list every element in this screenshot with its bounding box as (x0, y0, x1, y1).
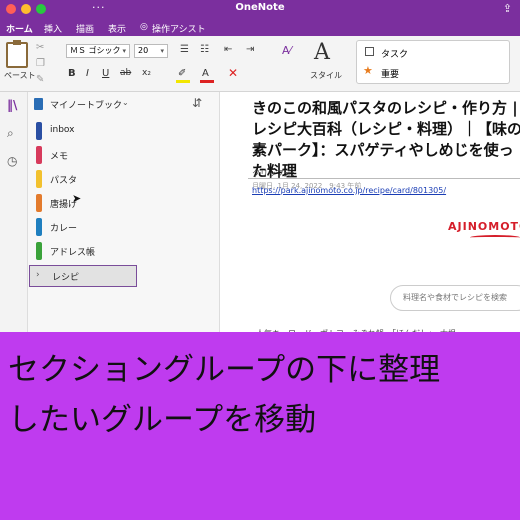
caption-banner: セクショングループの下に整理 したいグループを移動 (0, 332, 520, 520)
tab-draw[interactable]: 描画 (76, 22, 94, 35)
caption-line-1: セクショングループの下に整理 (8, 352, 441, 388)
caption-line-2: したいグループを移動 (8, 402, 317, 438)
font-color-swatch (200, 80, 214, 83)
indent-icon[interactable]: ⇥ (246, 44, 254, 55)
share-icon[interactable]: ⇪ (503, 2, 512, 15)
format-painter-icon[interactable]: ✎ (36, 74, 44, 85)
search-icon[interactable]: ⌕ (7, 126, 14, 141)
styles-label: スタイル (310, 71, 342, 80)
chevron-right-icon[interactable]: › (36, 270, 40, 280)
title-divider (248, 178, 520, 179)
font-name-value: ＭＳ ゴシック (70, 46, 121, 55)
section-label: カレー (50, 224, 78, 234)
notebook-name[interactable]: マイノートブック (50, 98, 122, 111)
tag-todo[interactable]: タスク (381, 47, 408, 60)
ajinomoto-logo: AJINOMOTO (448, 220, 520, 233)
section-label: inbox (50, 125, 75, 135)
notebooks-icon[interactable]: ‖\ (7, 98, 17, 112)
section-item[interactable]: アドレス帳 (28, 239, 220, 263)
section-item[interactable]: パスタ (28, 167, 220, 191)
section-color-tab (36, 242, 42, 260)
chevron-down-icon: ▾ (122, 47, 126, 55)
app-title: OneNote (235, 2, 285, 13)
tab-home[interactable]: ホーム (6, 22, 33, 40)
paste-button[interactable] (6, 40, 28, 68)
outdent-icon[interactable]: ⇤ (224, 44, 232, 55)
font-name-select[interactable]: ＭＳ ゴシック ▾ (66, 44, 130, 58)
subscript-button[interactable]: x₂ (142, 68, 151, 78)
clear-formatting-icon[interactable]: ✕ (228, 66, 238, 80)
recipe-search-input[interactable]: 料理名や食材でレシピを検索 (390, 285, 520, 311)
section-group-recipes[interactable]: › レシピ (29, 265, 137, 287)
font-size-value: 20 (138, 46, 149, 55)
mouse-pointer-icon: ➤ (72, 192, 82, 205)
text-style-icon[interactable]: A⁄ (282, 44, 291, 57)
sort-icon[interactable]: ⇵ (192, 96, 202, 110)
scissors-icon[interactable]: ✂ (36, 42, 44, 53)
font-size-select[interactable]: 20 ▾ (134, 44, 168, 58)
section-label: メモ (50, 152, 69, 162)
numbered-list-icon[interactable]: ☷ (200, 44, 209, 55)
section-group-label: レシピ (52, 273, 80, 283)
underline-button[interactable]: U (102, 68, 109, 79)
ribbon: ペースト ✂ ❐ ✎ ＭＳ ゴシック ▾ 20 ▾ ☰ ☷ ⇤ ⇥ B I U … (0, 36, 520, 92)
chevron-down-icon[interactable]: ⌄ (122, 98, 129, 107)
section-label: パスタ (50, 176, 78, 186)
section-item[interactable]: メモ (28, 143, 220, 167)
tab-view[interactable]: 表示 (108, 22, 126, 35)
tab-tell-me[interactable]: 操作アシスト (152, 22, 206, 35)
paste-label: ペースト (4, 71, 36, 80)
highlighter-icon[interactable]: ✐ (178, 68, 186, 79)
ribbon-tab-bar: ホーム 挿入 描画 表示 ◎ 操作アシスト (0, 18, 520, 40)
bold-button[interactable]: B (68, 68, 76, 79)
highlight-color-swatch (176, 80, 190, 83)
notebook-icon (34, 98, 43, 110)
copy-icon[interactable]: ❐ (36, 58, 45, 69)
section-color-tab (36, 218, 42, 236)
italic-button[interactable]: I (86, 68, 89, 79)
tab-insert[interactable]: 挿入 (44, 22, 62, 35)
bullet-list-icon[interactable]: ☰ (180, 44, 189, 55)
source-link[interactable]: https://park.ajinomoto.co.jp/recipe/card… (252, 186, 446, 195)
section-item[interactable]: カレー (28, 215, 220, 239)
section-label: アドレス帳 (50, 248, 96, 258)
checkbox-icon (365, 47, 374, 56)
section-color-tab (36, 194, 42, 212)
logo-swoosh (470, 235, 520, 240)
section-color-tab (36, 146, 42, 164)
section-item[interactable]: inbox (28, 119, 220, 143)
section-color-tab (36, 122, 42, 140)
strikethrough-button[interactable]: ab (120, 68, 131, 78)
tag-important[interactable]: 重要 (381, 67, 399, 80)
font-color-button[interactable]: A (202, 68, 209, 79)
tags-gallery[interactable]: タスク ★ 重要 (356, 40, 510, 84)
chevron-down-icon: ▾ (160, 47, 164, 55)
section-color-tab (36, 170, 42, 188)
section-item[interactable]: 唐揚げ (28, 191, 220, 215)
recent-clock-icon[interactable]: ◷ (7, 154, 17, 168)
title-bar: ··· OneNote ⇪ (0, 0, 520, 18)
lightbulb-icon: ◎ (140, 22, 148, 32)
styles-button[interactable]: A (314, 40, 330, 65)
star-icon: ★ (363, 64, 373, 77)
